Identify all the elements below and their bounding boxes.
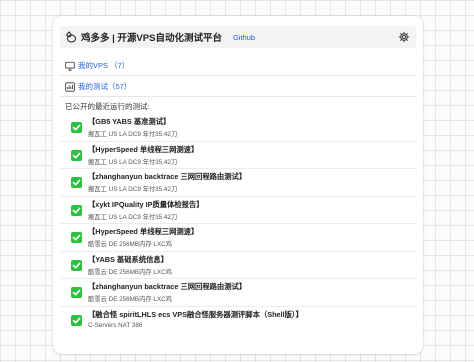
test-title: 【zhanghanyun backtrace 三网回程路由测试】 bbox=[88, 282, 247, 291]
test-list: 【GB5 YABS 基准测试】 搬瓦工 US LA DC9 年付35.42刀 【… bbox=[60, 114, 416, 334]
test-server: 搬瓦工 US LA DC9 年付35.42刀 bbox=[88, 131, 178, 138]
main-card: 鸡多多 | 开源VPS自动化测试平台 Github 我的VPS （7） 我的测试… bbox=[53, 16, 423, 354]
check-icon bbox=[71, 232, 82, 243]
test-row[interactable]: 【YABS 基础系统信息】 酷雪云 DE 256MB内存 LXC鸡 bbox=[60, 252, 416, 279]
test-server: 搬瓦工 US LA DC9 年付35.42刀 bbox=[88, 158, 178, 166]
nav-my-vps-label: 我的VPS （7） bbox=[78, 61, 130, 70]
test-server: 酷雪云 DE 256MB内存 LXC鸡 bbox=[88, 296, 172, 303]
github-link[interactable]: Github bbox=[233, 33, 255, 42]
test-row[interactable]: 【GB5 YABS 基准测试】 搬瓦工 US LA DC9 年付35.42刀 bbox=[60, 114, 416, 142]
nav-my-tests-label: 我的测试（57） bbox=[78, 82, 132, 91]
chart-board-icon bbox=[65, 81, 75, 92]
check-icon bbox=[71, 122, 82, 133]
test-server: C-Servers NAT 386 bbox=[88, 321, 143, 329]
check-icon bbox=[71, 177, 82, 188]
test-row[interactable]: 【zhanghanyun backtrace 三网回程路由测试】 酷雪云 DE … bbox=[60, 279, 416, 307]
test-title: 【GB5 YABS 基准测试】 bbox=[88, 117, 171, 126]
app-header: 鸡多多 | 开源VPS自动化测试平台 Github bbox=[60, 26, 416, 48]
test-row[interactable]: 【HyperSpeed 单线程三网测速】 搬瓦工 US LA DC9 年付35.… bbox=[60, 142, 416, 169]
page-title: 鸡多多 | 开源VPS自动化测试平台 bbox=[81, 33, 222, 44]
section-label: 已公开的最近运行的测试: bbox=[65, 102, 150, 111]
divider bbox=[60, 96, 416, 97]
divider bbox=[60, 75, 416, 76]
test-title: 【xykt IPQuality IP质量体检报告】 bbox=[88, 199, 204, 209]
test-title: 【HyperSpeed 单线程三网测速】 bbox=[88, 227, 199, 236]
test-server: 酷雪云 DE 256MB内存 LXC鸡 bbox=[88, 268, 172, 276]
test-server: 搬瓦工 US LA DC9 年付35.42刀 bbox=[88, 186, 178, 193]
test-server: 搬瓦工 US LA DC9 年付35.42刀 bbox=[88, 213, 178, 221]
gear-icon[interactable] bbox=[398, 31, 410, 43]
test-title: 【HyperSpeed 单线程三网测速】 bbox=[88, 144, 199, 154]
check-icon bbox=[71, 149, 82, 161]
check-icon bbox=[71, 259, 82, 271]
test-title: 【zhanghanyun backtrace 三网回程路由测试】 bbox=[88, 172, 247, 181]
nav-my-vps[interactable]: 我的VPS （7） bbox=[65, 60, 129, 71]
test-title: 【YABS 基础系统信息】 bbox=[88, 254, 169, 264]
check-icon bbox=[71, 204, 82, 216]
test-row[interactable]: 【zhanghanyun backtrace 三网回程路由测试】 搬瓦工 US … bbox=[60, 169, 416, 197]
check-icon bbox=[71, 287, 82, 298]
test-title: 【融合怪 spiritLHLS ecs VPS融合怪服务器测评脚本（Shell版… bbox=[88, 309, 303, 319]
test-row[interactable]: 【xykt IPQuality IP质量体检报告】 搬瓦工 US LA DC9 … bbox=[60, 197, 416, 224]
check-icon bbox=[71, 314, 82, 326]
test-server: 酷雪云 DE 256MB内存 LXC鸡 bbox=[88, 241, 172, 248]
test-row[interactable]: 【融合怪 spiritLHLS ecs VPS融合怪服务器测评脚本（Shell版… bbox=[60, 307, 416, 335]
monitor-icon bbox=[65, 61, 75, 71]
chicken-logo-icon bbox=[65, 31, 76, 43]
nav-my-tests[interactable]: 我的测试（57） bbox=[65, 81, 131, 92]
test-row[interactable]: 【HyperSpeed 单线程三网测速】 酷雪云 DE 256MB内存 LXC鸡 bbox=[60, 224, 416, 252]
